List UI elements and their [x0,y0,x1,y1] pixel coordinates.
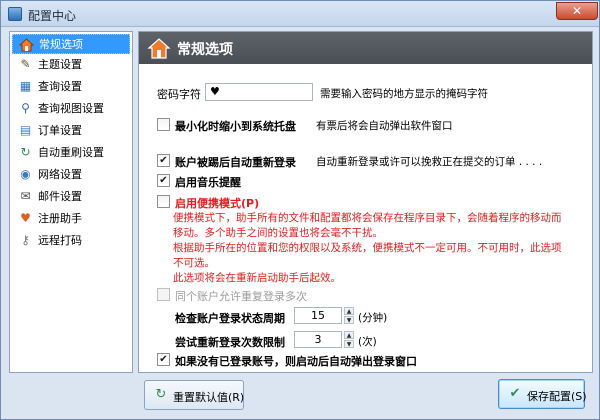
key-icon: ⚷ [21,233,30,247]
sidebar-item-general[interactable]: 常规选项 [12,34,130,54]
auto-popup-login-checkbox[interactable]: ✔ [157,353,170,366]
save-icon: ✔ [509,386,521,401]
warning-line: 移动。多个助手之间的设置也将会毫不干扰。 [173,227,383,239]
home-icon [18,37,35,52]
check-period-input[interactable]: 15 [294,307,342,324]
warning-line: 此选项将会在重新启动助手后起效。 [173,272,341,284]
chevron-down-icon[interactable]: ▼ [344,340,354,348]
check-period-label: 检查账户登录状态周期 [175,312,285,325]
sidebar-item-register[interactable]: ♥ 注册助手 [12,209,130,229]
magnifier-icon: ⚲ [21,101,30,115]
sidebar: 常规选项 ✎ 主题设置 ▦ 查询设置 ⚲ 查询视图设置 ▤ 订单设置 ↻ 自动重… [9,31,133,373]
paintbrush-icon: ✎ [20,57,31,71]
sidebar-item-label: 订单设置 [38,124,82,137]
password-char-hint: 需要输入密码的地方显示的掩码字符 [320,88,488,100]
grid-icon: ▦ [19,79,32,93]
password-char-label: 密码字符 [157,88,201,101]
title-bar[interactable]: 配置中心 ✕ [1,1,599,27]
sidebar-item-mail[interactable]: ✉ 邮件设置 [12,187,130,207]
auto-relogin-checkbox[interactable]: ✔ [157,154,170,167]
portable-mode-checkbox[interactable] [157,195,170,208]
minimize-tray-label: 最小化时缩小到系统托盘 [175,120,296,133]
password-char-input[interactable]: ♥ [205,83,313,101]
portable-mode-warning: 便携模式下，助手所有的文件和配置都将会保存在程序目录下，会随着程序的移动而 移动… [173,211,588,286]
sidebar-item-order[interactable]: ▤ 订单设置 [12,121,130,141]
order-icon: ▤ [19,123,32,137]
music-alert-label: 启用音乐提醒 [175,176,241,189]
network-icon: ◉ [20,167,31,181]
save-config-button[interactable]: ✔ 保存配置(S) [498,379,587,409]
sidebar-item-auto-refresh[interactable]: ↻ 自动重刷设置 [12,143,130,163]
sidebar-item-label: 查询视图设置 [38,102,104,115]
retry-limit-unit: (次) [358,336,377,348]
sidebar-item-label: 注册助手 [38,212,82,225]
warning-line: 根据助手所在的位置和您的权限以及系统，便携模式不一定可用。不可用时，此选项 [173,242,562,254]
chevron-up-icon[interactable]: ▲ [344,307,354,315]
warning-line: 不可选。 [173,257,215,269]
sidebar-item-theme[interactable]: ✎ 主题设置 [12,55,130,75]
auto-popup-login-label: 如果没有已登录账号，则启动后自动弹出登录窗口 [175,355,417,368]
sidebar-item-network[interactable]: ◉ 网络设置 [12,165,130,185]
close-button[interactable]: ✕ [556,2,598,20]
minimize-tray-hint: 有票后将会自动弹出软件窗口 [316,120,453,132]
sidebar-item-label: 邮件设置 [38,190,82,203]
config-window: 配置中心 ✕ 常规选项 ✎ 主题设置 ▦ 查询设置 ⚲ 查询视图设置 ▤ 订单设… [0,0,600,420]
sidebar-item-query[interactable]: ▦ 查询设置 [12,77,130,97]
window-title: 配置中心 [28,9,77,23]
sidebar-item-query-view[interactable]: ⚲ 查询视图设置 [12,99,130,119]
retry-limit-label: 尝试重新登录次数限制 [175,336,285,349]
multi-login-label: 同个账户允许重复登录多次 [175,290,307,303]
chevron-up-icon[interactable]: ▲ [344,331,354,339]
app-icon [8,7,22,21]
check-period-stepper[interactable]: ▲ ▼ [344,307,354,324]
music-alert-checkbox[interactable]: ✔ [157,174,170,187]
sidebar-item-label: 自动重刷设置 [38,146,104,159]
warning-line: 便携模式下，助手所有的文件和配置都将会保存在程序目录下，会随着程序的移动而 [173,212,562,224]
refresh-icon: ↻ [20,145,31,159]
save-config-label: 保存配置(S) [527,390,587,403]
heart-icon: ♥ [20,211,31,225]
minimize-tray-checkbox[interactable] [157,118,170,131]
check-period-unit: (分钟) [358,312,388,324]
reset-defaults-button[interactable]: ↻ 重置默认值(R) [144,380,244,410]
multi-login-checkbox[interactable] [157,288,170,301]
retry-limit-input[interactable]: 3 [294,331,342,348]
sidebar-item-label: 主题设置 [38,58,82,71]
settings-panel: 常规选项 密码字符 ♥ 需要输入密码的地方显示的掩码字符 最小化时缩小到系统托盘… [138,31,593,373]
sidebar-item-label: 远程打码 [38,234,82,247]
retry-limit-stepper[interactable]: ▲ ▼ [344,331,354,348]
sidebar-item-label: 网络设置 [38,168,82,181]
home-icon [147,36,171,60]
auto-relogin-label: 账户被踢后自动重新登录 [175,156,296,169]
reset-defaults-label: 重置默认值(R) [173,391,245,404]
sidebar-item-label: 查询设置 [38,80,82,93]
refresh-icon: ↻ [155,387,167,402]
page-title: 常规选项 [177,42,233,58]
panel-header: 常规选项 [139,32,592,64]
mail-icon: ✉ [20,189,31,203]
portable-mode-label: 启用便携模式(P) [175,197,260,210]
sidebar-item-remote-captcha[interactable]: ⚷ 远程打码 [12,231,130,251]
sidebar-item-label: 常规选项 [39,38,83,51]
chevron-down-icon[interactable]: ▼ [344,316,354,324]
auto-relogin-hint: 自动重新登录或许可以挽救正在提交的订单 . . . . [316,156,543,168]
